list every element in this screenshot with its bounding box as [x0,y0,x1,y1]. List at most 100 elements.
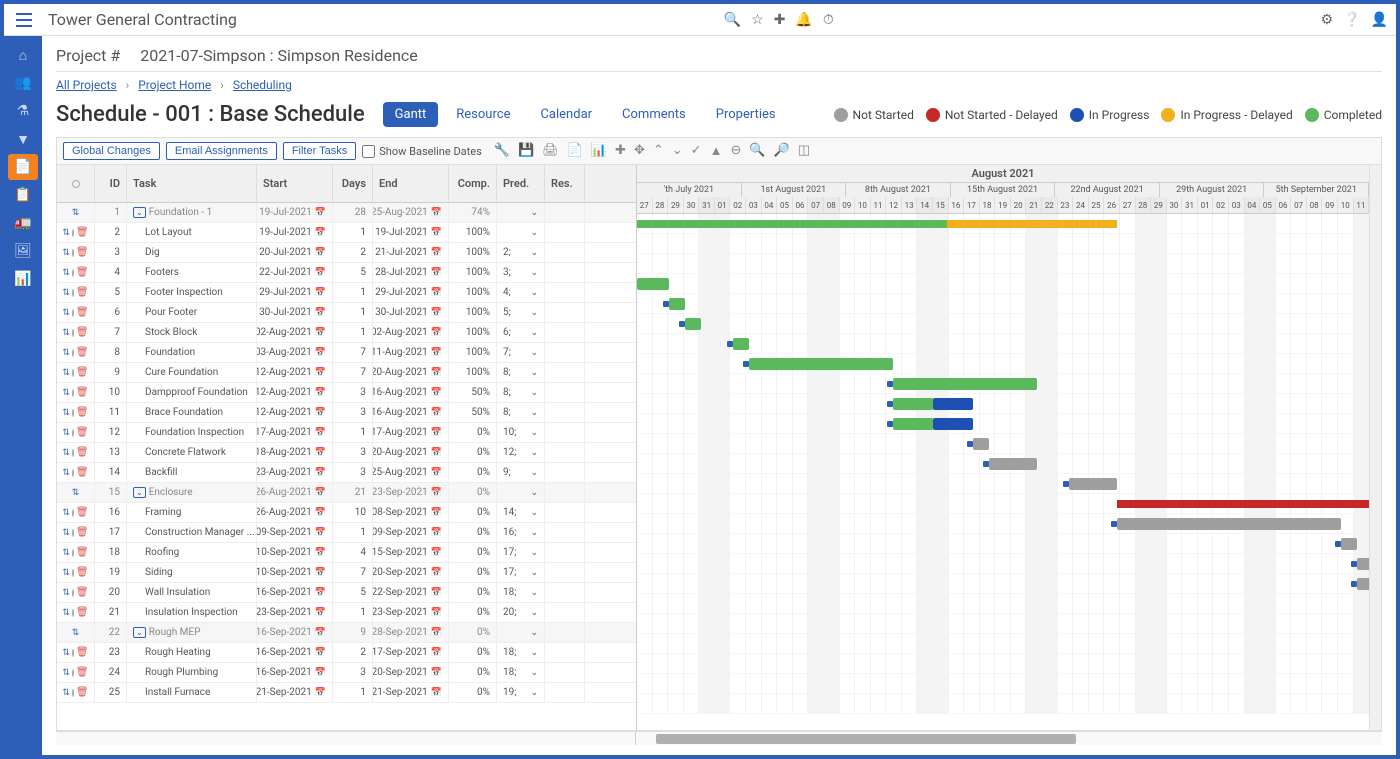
cell-days[interactable]: 5 [333,263,373,282]
cell-days[interactable]: 2 [333,643,373,662]
horizontal-scrollbar[interactable] [636,732,1382,745]
sidebar-truck-icon[interactable]: 🚛 [8,210,38,236]
calendar-icon[interactable]: 📅 [315,228,326,238]
cell-res[interactable] [545,243,585,262]
cell-days[interactable]: 1 [333,603,373,622]
cell-task[interactable]: Dampproof Foundation [127,383,257,402]
move-icon[interactable]: ✥ [634,143,645,159]
cell-days[interactable]: 10 [333,503,373,522]
cell-task[interactable]: Backfill [127,463,257,482]
table-row[interactable]: ⇅ 1 ⌄Foundation - 1 19-Jul-2021📅 28 25-A… [57,203,636,223]
cell-comp[interactable]: 0% [449,683,497,702]
cell-task[interactable]: Siding [127,563,257,582]
sort-icon[interactable]: ⇅ [62,448,70,458]
delete-icon[interactable]: 🗑 [76,607,89,618]
select-icon[interactable] [72,569,74,577]
sidebar-image-icon[interactable]: 🖼 [8,238,38,264]
task-bar[interactable] [1069,478,1117,490]
tab-comments[interactable]: Comments [610,102,698,127]
table-row[interactable]: ⇅🗑 2 Lot Layout 19-Jul-2021📅 1 19-Jul-20… [57,223,636,243]
calendar-icon[interactable]: 📅 [431,588,442,598]
cell-comp[interactable]: 0% [449,443,497,462]
chevron-down-icon[interactable]: ⌄ [530,668,538,678]
table-row[interactable]: ⇅🗑 20 Wall Insulation 16-Sep-2021📅 5 22-… [57,583,636,603]
calendar-icon[interactable]: 📅 [431,648,442,658]
calendar-icon[interactable]: 📅 [315,368,326,378]
sidebar-home-icon[interactable]: ⌂ [8,42,38,68]
col-pred[interactable]: Pred. [497,165,545,202]
cell-res[interactable] [545,363,585,382]
calendar-icon[interactable]: 📅 [315,308,326,318]
cell-res[interactable] [545,543,585,562]
delete-icon[interactable]: 🗑 [76,347,89,358]
cell-days[interactable]: 21 [333,483,373,502]
cell-res[interactable] [545,303,585,322]
cell-start[interactable]: 10-Sep-2021📅 [257,543,333,562]
cell-comp[interactable]: 100% [449,263,497,282]
calendar-icon[interactable]: 📅 [431,308,442,318]
sort-icon[interactable]: ⇅ [62,268,70,278]
cell-task[interactable]: Brace Foundation [127,403,257,422]
cell-start[interactable]: 22-Jul-2021📅 [257,263,333,282]
add-icon[interactable]: ✚ [615,143,626,159]
sidebar-flask-icon[interactable]: ⚗ [8,98,38,124]
cell-start[interactable]: 16-Sep-2021📅 [257,583,333,602]
sidebar-users-icon[interactable]: 👥 [8,70,38,96]
cell-end[interactable]: 20-Sep-2021📅 [373,563,449,582]
cell-pred[interactable]: 6;⌄ [497,323,545,342]
calendar-icon[interactable]: 📅 [315,388,326,398]
chevron-down-icon[interactable]: ⌄ [530,388,538,398]
chevron-down-icon[interactable]: ⌄ [530,328,538,338]
cell-start[interactable]: 17-Aug-2021📅 [257,423,333,442]
tab-resource[interactable]: Resource [444,102,522,127]
select-icon[interactable] [72,589,74,597]
cell-end[interactable]: 22-Sep-2021📅 [373,583,449,602]
col-end[interactable]: End [373,165,449,202]
cell-days[interactable]: 1 [333,303,373,322]
table-row[interactable]: ⇅🗑 17 Construction Manager ... 09-Sep-20… [57,523,636,543]
task-bar[interactable] [1117,518,1341,530]
cell-pred[interactable]: 4;⌄ [497,283,545,302]
cell-pred[interactable]: 18;⌄ [497,663,545,682]
cell-res[interactable] [545,443,585,462]
cell-end[interactable]: 19-Jul-2021📅 [373,223,449,242]
delete-icon[interactable]: 🗑 [76,667,89,678]
task-bar[interactable] [1341,538,1357,550]
select-icon[interactable] [72,429,74,437]
task-bar[interactable] [1357,558,1369,570]
cell-task[interactable]: Dig [127,243,257,262]
cell-comp[interactable]: 0% [449,463,497,482]
cell-pred[interactable]: 5;⌄ [497,303,545,322]
calendar-icon[interactable]: 📅 [315,248,326,258]
cell-days[interactable]: 9 [333,623,373,642]
save-icon[interactable]: 💾 [518,143,534,159]
table-row[interactable]: ⇅🗑 21 Insulation Inspection 23-Sep-2021📅… [57,603,636,623]
cell-days[interactable]: 7 [333,363,373,382]
calendar-icon[interactable]: 📅 [315,328,326,338]
calendar-icon[interactable]: 📅 [315,208,326,218]
calendar-icon[interactable]: 📅 [431,488,442,498]
tab-properties[interactable]: Properties [704,102,788,127]
cell-days[interactable]: 1 [333,423,373,442]
cell-comp[interactable]: 0% [449,563,497,582]
cell-res[interactable] [545,463,585,482]
table-row[interactable]: ⇅🗑 8 Foundation 03-Aug-2021📅 7 11-Aug-20… [57,343,636,363]
table-row[interactable]: ⇅🗑 10 Dampproof Foundation 12-Aug-2021📅 … [57,383,636,403]
cell-end[interactable]: 09-Sep-2021📅 [373,523,449,542]
cell-pred[interactable]: 12;⌄ [497,443,545,462]
table-row[interactable]: ⇅🗑 23 Rough Heating 16-Sep-2021📅 2 17-Se… [57,643,636,663]
tab-gantt[interactable]: Gantt [383,102,439,127]
calendar-icon[interactable]: 📅 [315,588,326,598]
calendar-icon[interactable]: 📅 [315,408,326,418]
cell-comp[interactable]: 0% [449,643,497,662]
table-row[interactable]: ⇅🗑 19 Siding 10-Sep-2021📅 7 20-Sep-2021📅… [57,563,636,583]
calendar-icon[interactable]: 📅 [315,488,326,498]
cell-start[interactable]: 19-Jul-2021📅 [257,223,333,242]
cell-end[interactable]: 23-Sep-2021📅 [373,483,449,502]
show-baseline-checkbox[interactable]: Show Baseline Dates [362,145,482,158]
cell-res[interactable] [545,223,585,242]
cell-start[interactable]: 20-Jul-2021📅 [257,243,333,262]
cell-pred[interactable]: 20;⌄ [497,603,545,622]
collapse-icon[interactable]: ▲ [710,143,723,159]
today-icon[interactable]: ◫ [798,143,810,159]
